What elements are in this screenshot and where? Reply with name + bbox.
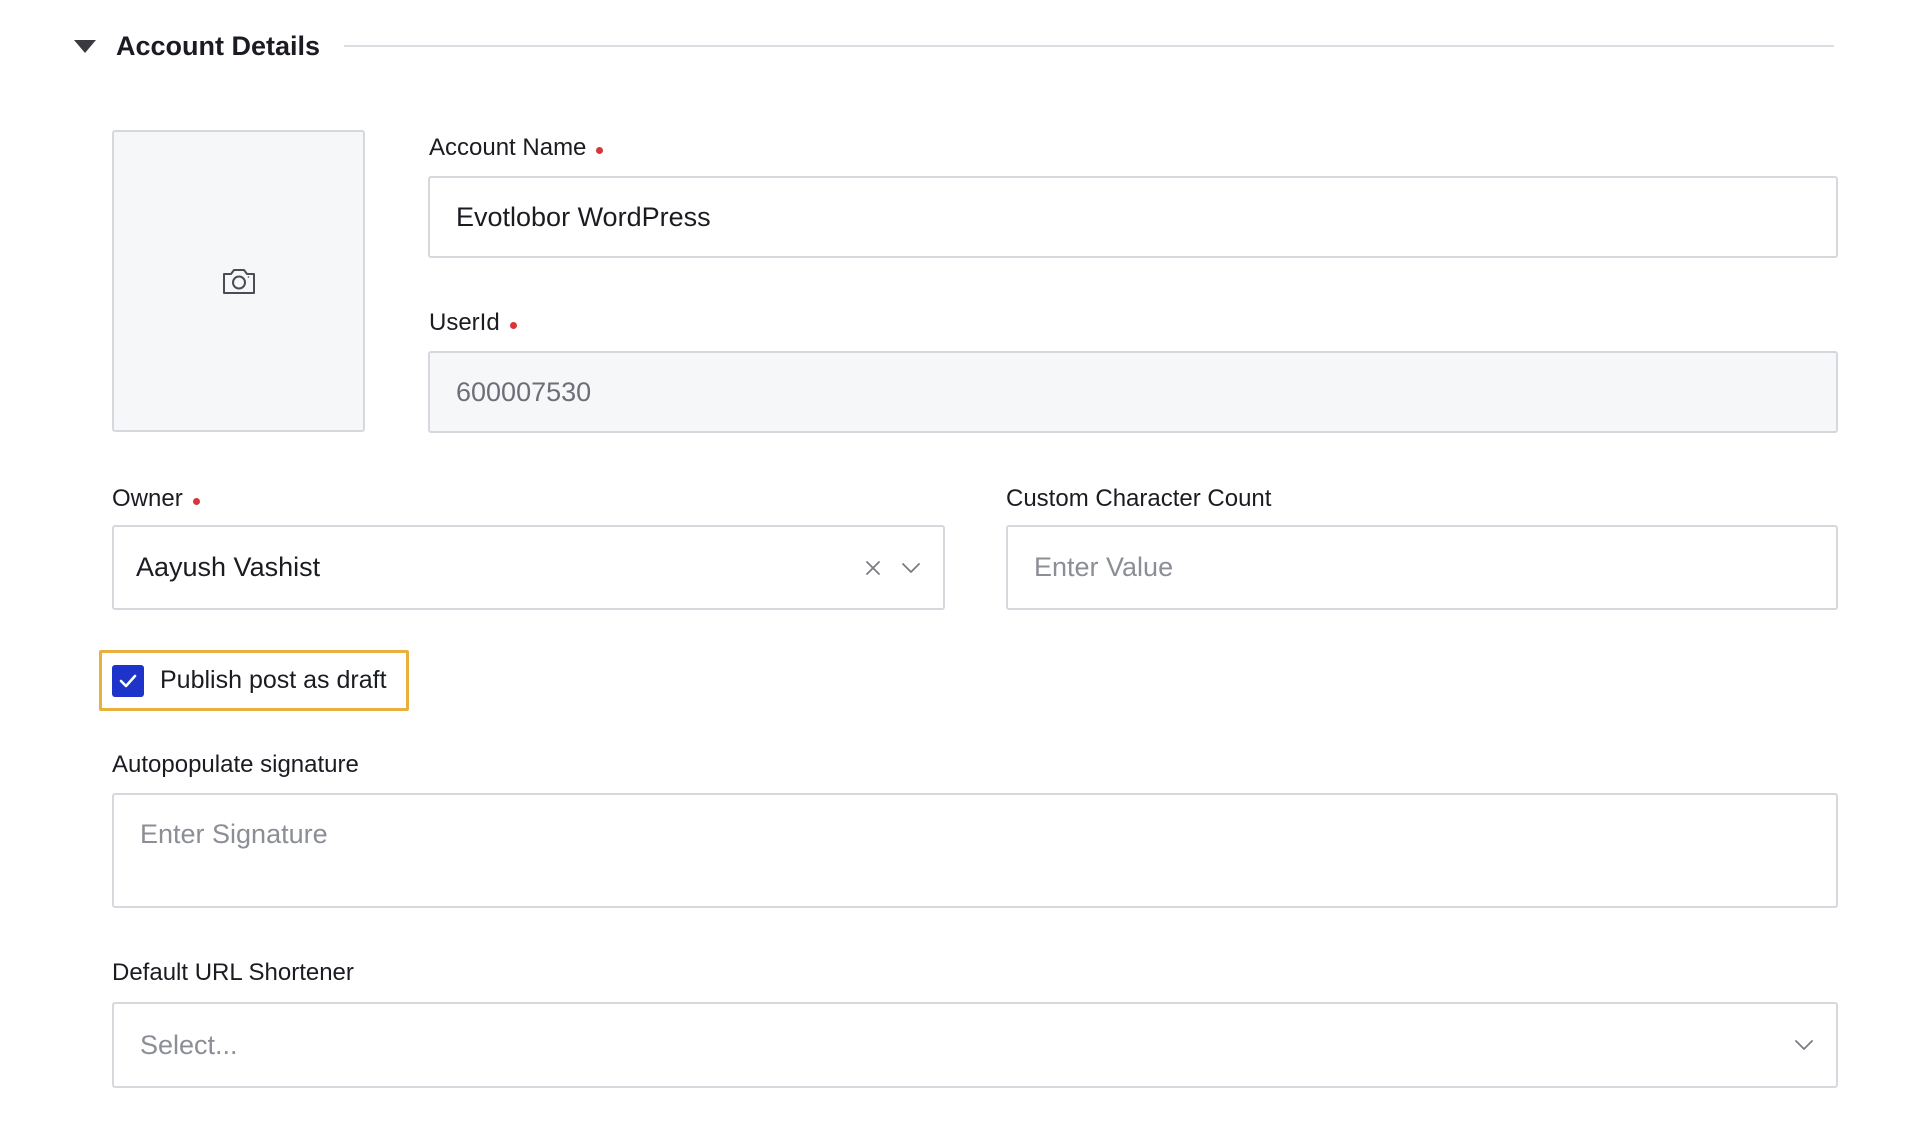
owner-value: Aayush Vashist	[136, 552, 321, 582]
user-id-label: UserId	[429, 308, 517, 338]
url-shortener-controls	[1794, 1004, 1814, 1086]
chevron-down-icon[interactable]	[901, 562, 921, 574]
caret-down-icon[interactable]	[74, 39, 96, 53]
signature-label-text: Autopopulate signature	[112, 751, 359, 778]
owner-select[interactable]: Aayush Vashist	[112, 525, 945, 610]
account-name-label-text: Account Name	[429, 134, 587, 161]
chevron-down-icon[interactable]	[1794, 1039, 1814, 1051]
section-divider	[344, 45, 1834, 47]
signature-label: Autopopulate signature	[112, 750, 359, 780]
publish-draft-label: Publish post as draft	[160, 666, 387, 694]
checkbox-checked[interactable]	[112, 664, 144, 697]
account-name-input[interactable]: Evotlobor WordPress	[428, 176, 1838, 258]
signature-textarea[interactable]: Enter Signature	[112, 793, 1838, 908]
custom-char-count-placeholder: Enter Value	[1034, 552, 1174, 582]
url-shortener-placeholder: Select...	[140, 1029, 238, 1060]
check-icon	[119, 674, 137, 687]
required-indicator	[192, 497, 200, 505]
url-shortener-label-text: Default URL Shortener	[112, 959, 354, 986]
custom-char-count-label: Custom Character Count	[1006, 484, 1271, 514]
account-details-form: Account Details Account Name Evotlobor W…	[0, 0, 1916, 1128]
camera-icon	[222, 269, 255, 294]
signature-placeholder: Enter Signature	[140, 819, 328, 849]
owner-label-text: Owner	[112, 485, 183, 512]
custom-char-count-input[interactable]: Enter Value	[1006, 525, 1838, 610]
section-header: Account Details	[74, 26, 1834, 66]
required-indicator	[509, 321, 517, 329]
close-icon[interactable]	[865, 560, 881, 576]
custom-char-count-label-text: Custom Character Count	[1006, 485, 1272, 512]
required-indicator	[596, 146, 604, 154]
user-id-input: 600007530	[428, 351, 1838, 433]
user-id-value: 600007530	[456, 376, 592, 407]
user-id-label-text: UserId	[429, 309, 500, 336]
account-name-value: Evotlobor WordPress	[456, 201, 711, 232]
owner-select-controls	[865, 527, 921, 608]
publish-draft-checkbox[interactable]: Publish post as draft	[99, 650, 409, 711]
url-shortener-select[interactable]: Select...	[112, 1002, 1838, 1088]
avatar-upload[interactable]	[112, 130, 365, 432]
url-shortener-label: Default URL Shortener	[112, 958, 354, 988]
section-title: Account Details	[116, 30, 321, 61]
account-name-label: Account Name	[429, 133, 604, 163]
owner-label: Owner	[112, 484, 200, 514]
